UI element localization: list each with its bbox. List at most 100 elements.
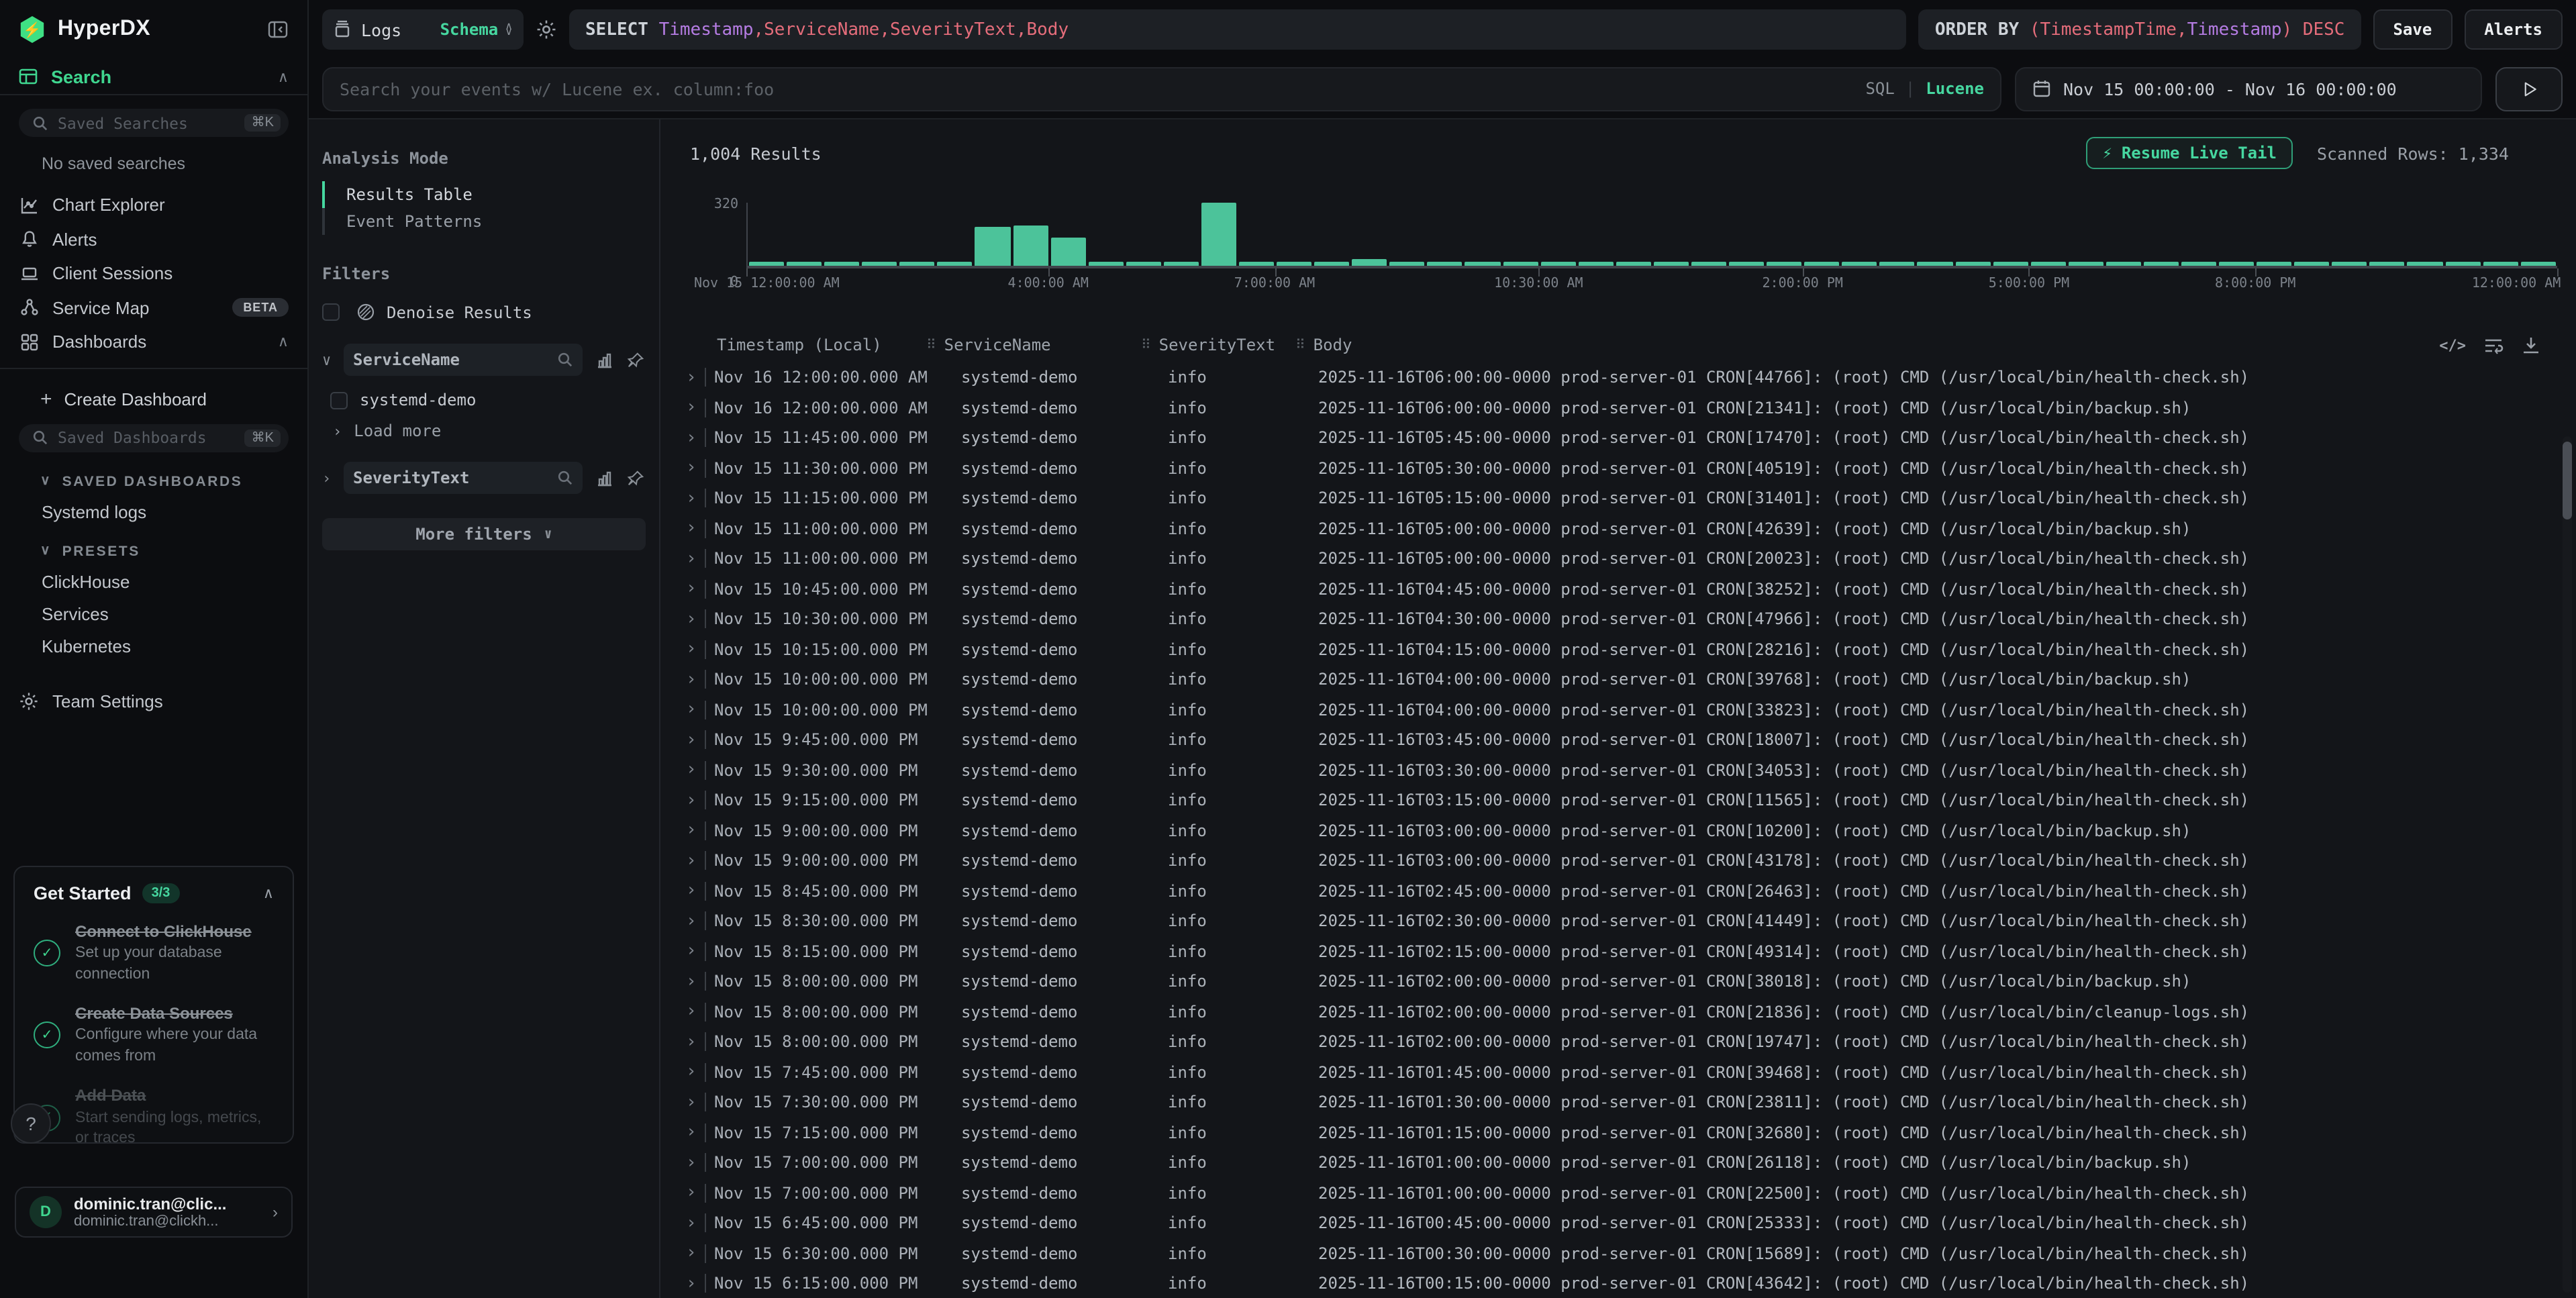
histogram-bar[interactable] bbox=[824, 262, 859, 266]
orderby-input[interactable]: ORDER BY (TimestampTime, Timestamp) DESC bbox=[1919, 9, 2361, 50]
facet-chart-icon[interactable] bbox=[596, 351, 613, 368]
mode-event-patterns[interactable]: Event Patterns bbox=[325, 208, 646, 235]
column-header-body[interactable]: ⠿ Body bbox=[1295, 336, 1352, 354]
chevron-up-icon[interactable]: ∧ bbox=[278, 68, 289, 85]
expand-row-icon[interactable]: › bbox=[686, 913, 699, 930]
expand-row-icon[interactable]: › bbox=[686, 792, 699, 809]
expand-row-icon[interactable]: › bbox=[686, 1124, 699, 1142]
table-row[interactable]: ›Nov 15 8:00:00.000 PMsystemd-demoinfo20… bbox=[660, 1027, 2576, 1057]
expand-row-icon[interactable]: › bbox=[686, 1094, 699, 1111]
histogram-bar[interactable] bbox=[1390, 262, 1425, 266]
table-row[interactable]: ›Nov 15 9:15:00.000 PMsystemd-demoinfo20… bbox=[660, 785, 2576, 815]
table-row[interactable]: ›Nov 15 10:00:00.000 PMsystemd-demoinfo2… bbox=[660, 695, 2576, 725]
sidebar-item-services[interactable]: Services bbox=[42, 603, 307, 623]
alerts-button[interactable]: Alerts bbox=[2464, 9, 2563, 50]
chevron-down-icon[interactable]: ∨ bbox=[322, 351, 344, 368]
column-header-severitytext[interactable]: ⠿ SeverityText bbox=[1141, 336, 1295, 354]
create-dashboard-button[interactable]: + Create Dashboard bbox=[40, 387, 307, 410]
table-row[interactable]: ›Nov 16 12:00:00.000 AMsystemd-demoinfo2… bbox=[660, 362, 2576, 393]
expand-row-icon[interactable]: › bbox=[686, 1185, 699, 1202]
table-row[interactable]: ›Nov 15 10:00:00.000 PMsystemd-demoinfo2… bbox=[660, 664, 2576, 695]
histogram-bar[interactable] bbox=[2408, 262, 2442, 266]
denoise-checkbox[interactable] bbox=[322, 303, 340, 321]
user-menu[interactable]: D dominic.tran@clic... dominic.tran@clic… bbox=[15, 1187, 293, 1238]
sidebar-item-dashboards[interactable]: Dashboards ∧ bbox=[0, 325, 307, 359]
histogram-bar[interactable] bbox=[862, 262, 897, 266]
histogram-bar[interactable] bbox=[1729, 262, 1764, 266]
resume-live-tail-button[interactable]: ⚡ Resume Live Tail bbox=[2086, 137, 2293, 169]
presets-section[interactable]: ∨ PRESETS bbox=[40, 543, 307, 559]
histogram-bar[interactable] bbox=[2294, 262, 2329, 266]
expand-row-icon[interactable]: › bbox=[686, 1034, 699, 1051]
saved-dashboards-field[interactable] bbox=[58, 428, 245, 447]
histogram-bar[interactable] bbox=[1918, 262, 1952, 266]
histogram-bar[interactable] bbox=[749, 262, 784, 266]
table-row[interactable]: ›Nov 15 7:45:00.000 PMsystemd-demoinfo20… bbox=[660, 1057, 2576, 1087]
sql-mode-toggle[interactable]: SQL bbox=[1865, 79, 1894, 98]
table-row[interactable]: ›Nov 15 8:00:00.000 PMsystemd-demoinfo20… bbox=[660, 997, 2576, 1027]
event-search-box[interactable]: SQL | Lucene bbox=[322, 66, 2001, 111]
download-icon[interactable] bbox=[2521, 335, 2541, 355]
expand-row-icon[interactable]: › bbox=[686, 490, 699, 507]
sidebar-item-systemd-logs[interactable]: Systemd logs bbox=[42, 501, 307, 521]
sidebar-item-team-settings[interactable]: Team Settings bbox=[19, 691, 307, 711]
histogram-bar[interactable] bbox=[2483, 262, 2518, 266]
histogram-bar[interactable] bbox=[2332, 262, 2367, 266]
table-row[interactable]: ›Nov 15 11:15:00.000 PMsystemd-demoinfo2… bbox=[660, 483, 2576, 513]
expand-row-icon[interactable]: › bbox=[686, 1003, 699, 1021]
histogram-bar[interactable] bbox=[2370, 262, 2405, 266]
facet-pin-icon[interactable] bbox=[627, 469, 644, 487]
table-row[interactable]: ›Nov 16 12:00:00.000 AMsystemd-demoinfo2… bbox=[660, 393, 2576, 423]
table-row[interactable]: ›Nov 15 8:15:00.000 PMsystemd-demoinfo20… bbox=[660, 936, 2576, 966]
histogram-bar[interactable] bbox=[787, 262, 822, 266]
histogram-bar[interactable] bbox=[2181, 262, 2216, 266]
expand-row-icon[interactable]: › bbox=[686, 671, 699, 689]
histogram-bar[interactable] bbox=[1955, 262, 1990, 266]
expand-row-icon[interactable]: › bbox=[686, 732, 699, 749]
more-filters-button[interactable]: More filters ∨ bbox=[322, 518, 646, 550]
histogram-bar[interactable] bbox=[1277, 262, 1311, 266]
select-clause-input[interactable]: SELECT Timestamp,ServiceName,SeverityTex… bbox=[569, 9, 1907, 50]
histogram-bar[interactable] bbox=[2030, 262, 2065, 266]
histogram-bar[interactable] bbox=[1428, 262, 1463, 266]
table-row[interactable]: ›Nov 15 10:15:00.000 PMsystemd-demoinfo2… bbox=[660, 634, 2576, 664]
histogram-bar[interactable] bbox=[1013, 226, 1048, 266]
facet-chart-icon[interactable] bbox=[596, 469, 613, 487]
table-row[interactable]: ›Nov 15 11:00:00.000 PMsystemd-demoinfo2… bbox=[660, 513, 2576, 544]
histogram-bar[interactable] bbox=[2068, 262, 2103, 266]
saved-searches-input[interactable]: ⌘K bbox=[19, 109, 289, 137]
sidebar-item-search[interactable]: Search ∧ bbox=[0, 59, 307, 95]
get-started-step-connect[interactable]: ✓ Connect to ClickHouse Set up your data… bbox=[34, 921, 274, 985]
histogram-bar[interactable] bbox=[1126, 262, 1161, 266]
source-select[interactable]: Logs Schema ∧∨ bbox=[322, 9, 524, 50]
drag-handle-icon[interactable]: ⠿ bbox=[1141, 338, 1151, 352]
expand-row-icon[interactable]: › bbox=[686, 399, 699, 417]
histogram-bar[interactable] bbox=[1654, 262, 1689, 266]
sidebar-item-alerts[interactable]: Alerts bbox=[0, 222, 307, 256]
histogram-bar[interactable] bbox=[1691, 262, 1726, 266]
histogram-bar[interactable] bbox=[2144, 262, 2179, 266]
chevron-right-icon[interactable]: › bbox=[322, 469, 344, 487]
table-row[interactable]: ›Nov 15 10:45:00.000 PMsystemd-demoinfo2… bbox=[660, 574, 2576, 604]
table-row[interactable]: ›Nov 15 11:45:00.000 PMsystemd-demoinfo2… bbox=[660, 423, 2576, 453]
expand-row-icon[interactable]: › bbox=[686, 943, 699, 960]
run-query-button[interactable] bbox=[2495, 66, 2563, 111]
expand-row-icon[interactable]: › bbox=[686, 852, 699, 870]
table-row[interactable]: ›Nov 15 7:00:00.000 PMsystemd-demoinfo20… bbox=[660, 1148, 2576, 1178]
scrollbar-thumb[interactable] bbox=[2563, 442, 2572, 519]
wrap-lines-icon[interactable] bbox=[2483, 335, 2504, 355]
histogram-bar[interactable] bbox=[1465, 262, 1500, 266]
save-button[interactable]: Save bbox=[2373, 9, 2452, 50]
histogram-bar[interactable] bbox=[1503, 262, 1538, 266]
histogram-bar[interactable] bbox=[1578, 262, 1613, 266]
expand-row-icon[interactable]: › bbox=[686, 430, 699, 447]
expand-row-icon[interactable]: › bbox=[686, 701, 699, 719]
chevron-up-icon[interactable]: ∧ bbox=[263, 885, 274, 902]
histogram-bar[interactable] bbox=[2219, 262, 2254, 266]
expand-row-icon[interactable]: › bbox=[686, 581, 699, 598]
histogram-bar[interactable] bbox=[2106, 262, 2141, 266]
expand-row-icon[interactable]: › bbox=[686, 1064, 699, 1081]
table-row[interactable]: ›Nov 15 9:00:00.000 PMsystemd-demoinfo20… bbox=[660, 815, 2576, 846]
expand-row-icon[interactable]: › bbox=[686, 822, 699, 840]
sidebar-item-client-sessions[interactable]: Client Sessions bbox=[0, 256, 307, 291]
